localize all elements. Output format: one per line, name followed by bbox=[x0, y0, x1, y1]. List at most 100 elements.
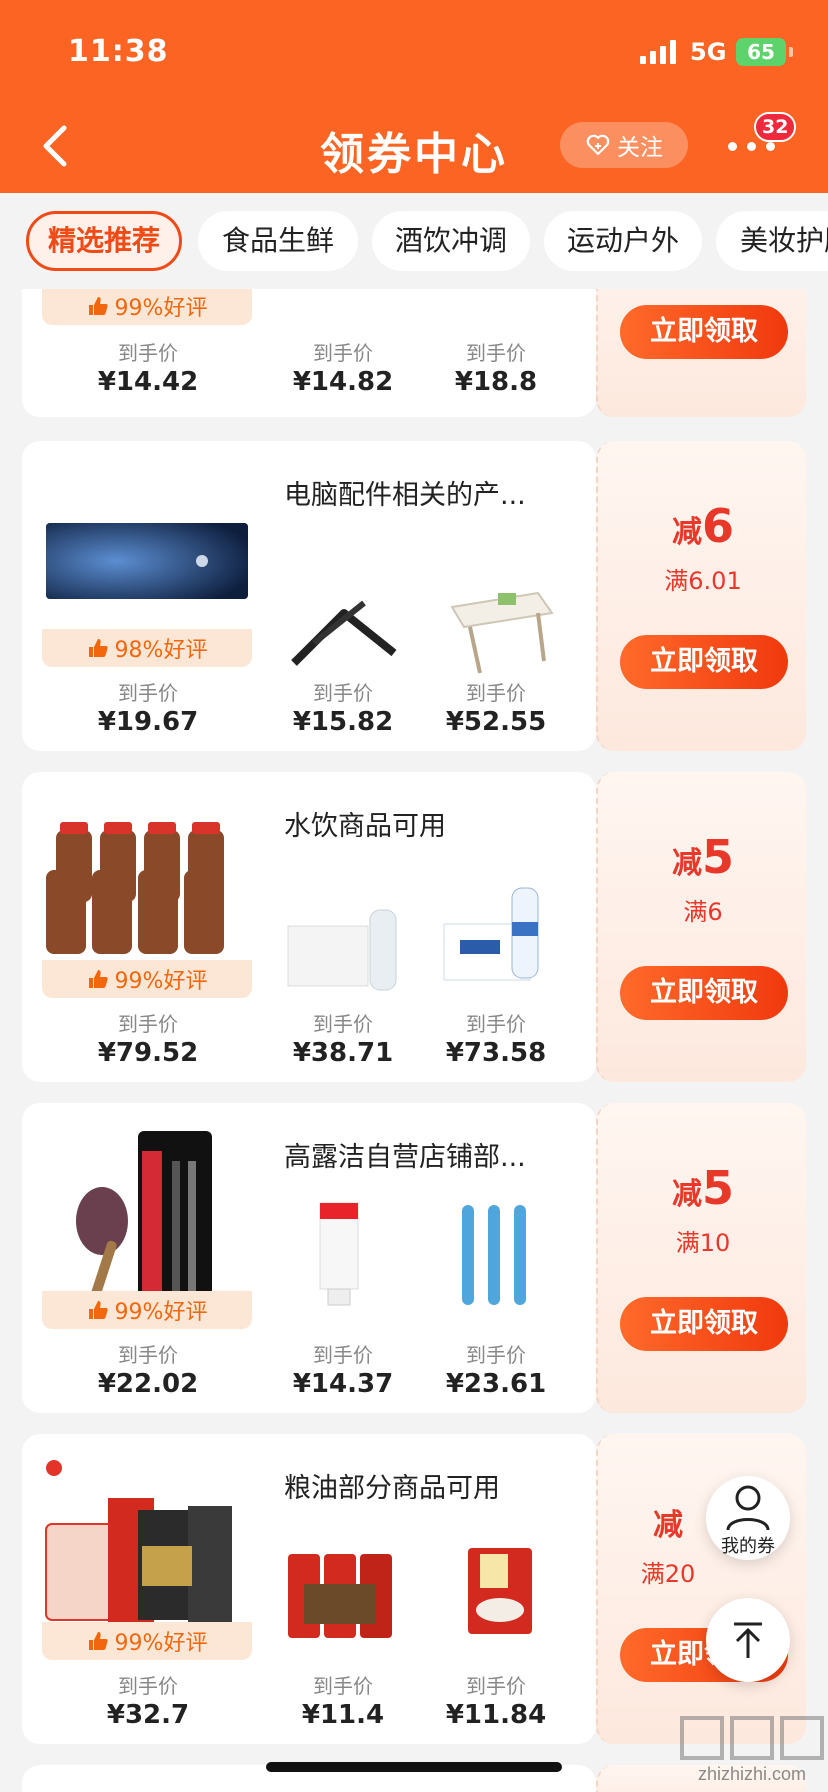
product-price: ¥52.55 bbox=[445, 707, 547, 737]
claim-button[interactable]: 立即领取 bbox=[620, 635, 788, 689]
price-label: 到手价 bbox=[313, 1343, 373, 1367]
watermark-domain: zhizhizhi.com bbox=[697, 1764, 807, 1784]
tab-beauty[interactable]: 美妆护肤 bbox=[716, 211, 828, 271]
coupon-panel: 立即领取 bbox=[596, 289, 806, 417]
thumbs-up-icon bbox=[88, 297, 108, 315]
price-label: 到手价 bbox=[118, 681, 178, 705]
kids-toothbrush-image bbox=[462, 1205, 526, 1305]
price-label: 到手价 bbox=[313, 1012, 373, 1036]
follow-label: 关注 bbox=[617, 135, 663, 161]
product-panel: 高露洁自营店铺部... 99%好评 到手价 ¥22.02 到手价 ¥14.37 … bbox=[22, 1103, 596, 1413]
coupon-card[interactable]: 电脑配件相关的产... 98%好评 到手价 ¥19.67 到手价 ¥15.82 … bbox=[22, 441, 806, 751]
nav-bar: 领券中心 关注 32 bbox=[0, 100, 828, 193]
rating-badge: 99%好评 bbox=[42, 960, 252, 998]
hotpot-base-image bbox=[468, 1548, 532, 1634]
tab-fresh-food[interactable]: 食品生鲜 bbox=[198, 211, 358, 271]
thumbs-up-icon bbox=[88, 1301, 108, 1319]
price-label: 到手价 bbox=[313, 681, 373, 705]
battery-cap bbox=[789, 47, 793, 57]
product-price: ¥15.82 bbox=[292, 707, 394, 737]
rating-text: 99%好评 bbox=[114, 969, 208, 994]
user-icon bbox=[726, 1485, 770, 1531]
rating-badge: 99%好评 bbox=[42, 1622, 252, 1660]
product-price: ¥19.67 bbox=[97, 707, 199, 737]
claim-button[interactable]: 立即领取 bbox=[620, 305, 788, 359]
discount-threshold: 满10 bbox=[675, 1229, 731, 1257]
arrow-up-icon bbox=[734, 1622, 762, 1658]
price-label: 到手价 bbox=[466, 1343, 526, 1367]
page-title: 领券中心 bbox=[320, 129, 508, 180]
home-indicator[interactable] bbox=[266, 1762, 562, 1772]
tab-featured[interactable]: 精选推荐 bbox=[26, 211, 182, 271]
laptop-stand-image bbox=[291, 600, 397, 666]
price-label: 到手价 bbox=[118, 1343, 178, 1367]
product-price: ¥23.61 bbox=[445, 1369, 547, 1399]
coupon-card[interactable]: 粮油部分商品可用 99%好评 到手价 ¥32.7 到手价 ¥11.4 到手价 ¥… bbox=[22, 1434, 806, 1744]
price-label: 到手价 bbox=[118, 1012, 178, 1036]
coupon-title: 高露洁自营店铺部... bbox=[284, 1142, 526, 1173]
coupon-title: 粮油部分商品可用 bbox=[284, 1473, 500, 1504]
rating-badge: 98%好评 bbox=[42, 629, 252, 667]
rating-text: 99%好评 bbox=[114, 1300, 208, 1325]
my-coupon-label: 我的券 bbox=[721, 1536, 775, 1557]
tab-outdoor[interactable]: 运动户外 bbox=[544, 211, 702, 271]
product-price: ¥14.37 bbox=[292, 1369, 394, 1399]
price-label: 到手价 bbox=[466, 1012, 526, 1036]
product-panel: 水饮商品可用 99%好评 到手价 ¥79.52 到手价 ¥38.71 到手价 ¥… bbox=[22, 772, 596, 1082]
product-panel: 99%好评 到手价 ¥14.42 到手价 ¥14.82 到手价 ¥18.8 bbox=[22, 289, 596, 417]
rating-text: 99%好评 bbox=[114, 1631, 208, 1656]
discount-amount: 减5 bbox=[671, 1161, 734, 1215]
coupon-card[interactable]: 99%好评 到手价 ¥14.42 到手价 ¥14.82 到手价 ¥18.8 立即… bbox=[22, 289, 806, 417]
price-label: 到手价 bbox=[118, 1674, 178, 1698]
coupon-panel: 减5 满6 立即领取 bbox=[596, 772, 806, 1082]
coupon-title: 水饮商品可用 bbox=[284, 811, 446, 842]
product-price: ¥32.7 bbox=[106, 1700, 190, 1730]
price-label: 到手价 bbox=[313, 341, 373, 365]
rating-badge: 99%好评 bbox=[42, 289, 252, 325]
watermark: zhizhizhi.com bbox=[676, 1712, 828, 1792]
claim-button[interactable]: 立即领取 bbox=[620, 966, 788, 1020]
header: 11:38 5G 65 领券中心 关注 32 bbox=[0, 0, 828, 193]
thumbs-up-icon bbox=[88, 970, 108, 988]
price-label: 到手价 bbox=[466, 681, 526, 705]
coupon-panel: 减5 满10 立即领取 bbox=[596, 1103, 806, 1413]
product-price: ¥18.8 bbox=[454, 367, 538, 397]
product-price: ¥22.02 bbox=[97, 1369, 199, 1399]
water-case-image bbox=[287, 909, 397, 991]
discount-threshold: 满20 bbox=[640, 1560, 696, 1588]
rating-badge: 99%好评 bbox=[42, 1291, 252, 1329]
tab-drinks[interactable]: 酒饮冲调 bbox=[372, 211, 530, 271]
more-dots-icon[interactable] bbox=[728, 140, 776, 154]
product-price: ¥79.52 bbox=[97, 1038, 199, 1068]
follow-button[interactable]: 关注 bbox=[560, 122, 688, 168]
heart-plus-icon bbox=[586, 134, 610, 156]
rating-text: 99%好评 bbox=[114, 296, 208, 321]
thumbs-up-icon bbox=[88, 1632, 108, 1650]
product-panel: 粮油部分商品可用 99%好评 到手价 ¥32.7 到手价 ¥11.4 到手价 ¥… bbox=[22, 1434, 596, 1744]
price-label: 到手价 bbox=[118, 341, 178, 365]
product-price: ¥14.42 bbox=[97, 367, 199, 397]
price-label: 到手价 bbox=[466, 1674, 526, 1698]
coupon-list: 99%好评 到手价 ¥14.42 到手价 ¥14.82 到手价 ¥18.8 立即… bbox=[0, 289, 828, 1792]
price-label: 到手价 bbox=[466, 341, 526, 365]
discount-amount: 减6 bbox=[671, 499, 734, 553]
product-price: ¥11.84 bbox=[445, 1700, 547, 1730]
status-time: 11:38 bbox=[68, 34, 169, 69]
my-coupon-button[interactable]: 我的券 bbox=[706, 1476, 790, 1560]
water-box-image bbox=[443, 887, 539, 981]
product-panel: 电脑配件相关的产... 98%好评 到手价 ¥19.67 到手价 ¥15.82 … bbox=[22, 441, 596, 751]
thumbs-up-icon bbox=[88, 639, 108, 657]
price-label: 到手价 bbox=[313, 1674, 373, 1698]
back-to-top-button[interactable] bbox=[706, 1598, 790, 1682]
battery-icon: 65 bbox=[736, 38, 786, 66]
toothpaste-image bbox=[319, 1202, 359, 1306]
coupon-card[interactable]: 水饮商品可用 99%好评 到手价 ¥79.52 到手价 ¥38.71 到手价 ¥… bbox=[22, 772, 806, 1082]
claim-button[interactable]: 立即领取 bbox=[620, 1297, 788, 1351]
product-price: ¥73.58 bbox=[445, 1038, 547, 1068]
network-type: 5G bbox=[690, 38, 727, 66]
status-bar: 11:38 5G 65 bbox=[0, 0, 828, 100]
signal-icon bbox=[640, 40, 678, 64]
laptop-table-image bbox=[450, 591, 554, 674]
noodle-sauce-image bbox=[288, 1554, 392, 1638]
coupon-card[interactable]: 高露洁自营店铺部... 99%好评 到手价 ¥22.02 到手价 ¥14.37 … bbox=[22, 1103, 806, 1413]
